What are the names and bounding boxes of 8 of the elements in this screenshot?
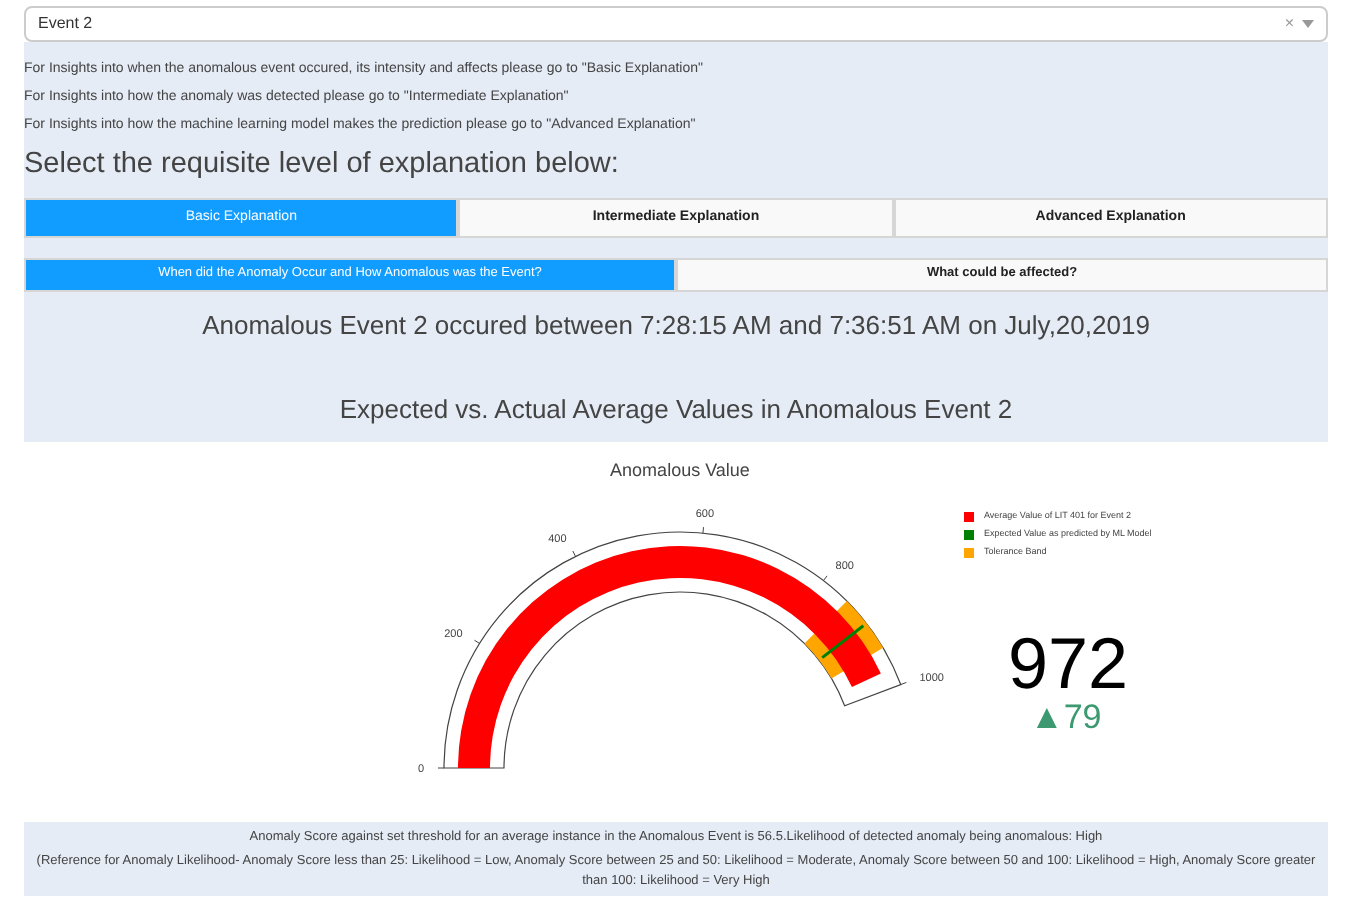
chart-section-title: Expected vs. Actual Average Values in Anomalous Event 2 — [337, 392, 1015, 429]
event-summary: Anomalous Event 2 occured between 7:28:15 AM and 7:36:51 AM on July,20,2019 — [200, 307, 1152, 344]
event-dropdown[interactable]: Event 2 × — [24, 6, 1328, 42]
caret-icon[interactable] — [1302, 20, 1314, 28]
section-heading: Select the requisite level of explanation below: — [24, 146, 621, 184]
gauge-value: 972 — [1008, 627, 1131, 700]
gauge-title: Anomalous Value — [610, 459, 750, 480]
gauge-delta: ▲79 — [1030, 699, 1104, 736]
